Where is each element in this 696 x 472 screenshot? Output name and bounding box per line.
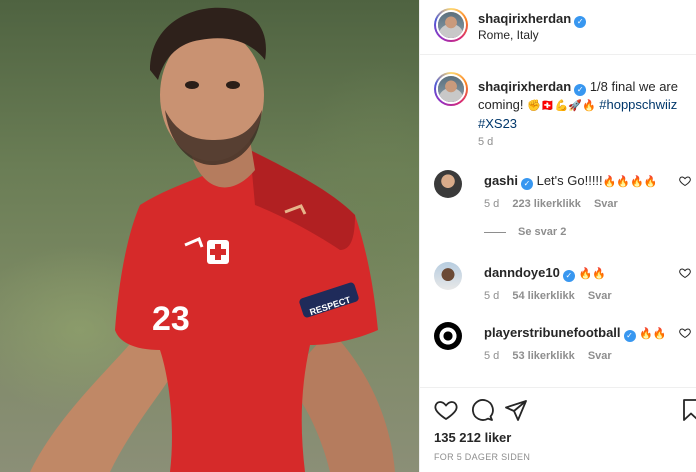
caption-avatar[interactable] bbox=[434, 72, 468, 106]
verified-badge-icon: ✓ bbox=[574, 16, 587, 28]
comment-text: danndoye10 ✓ 🔥🔥 bbox=[484, 265, 606, 282]
comment-likes[interactable]: 53 likerklikk bbox=[512, 350, 574, 362]
view-replies-button[interactable]: Se svar 2 bbox=[484, 226, 566, 238]
replies-divider bbox=[484, 231, 506, 233]
caption-emojis: ✊🇨🇭💪🚀🔥 bbox=[527, 100, 596, 112]
jersey-number: 23 bbox=[152, 300, 190, 338]
reply-button[interactable]: Svar bbox=[588, 290, 612, 302]
comment-likes[interactable]: 223 likerklikk bbox=[512, 198, 581, 210]
commenter-username[interactable]: gashi bbox=[484, 173, 518, 188]
post-header: shaqirixherdan ✓ Rome, Italy bbox=[420, 0, 696, 55]
instagram-post: RESPECT 23 shaqirixherdan ✓ Rome, Italy s… bbox=[0, 0, 696, 472]
caption-time: 5 d bbox=[478, 136, 494, 148]
commenter-avatar[interactable] bbox=[434, 262, 462, 290]
hashtag-link[interactable]: #hoppschwiiz bbox=[599, 97, 677, 112]
comment-body: Let's Go!!!!! bbox=[536, 173, 603, 188]
commenter-username[interactable]: danndoye10 bbox=[484, 265, 560, 280]
comment-text: playerstribunefootball ✓ 🔥🔥 bbox=[484, 325, 667, 342]
comment-text: gashi ✓ Let's Go!!!!!🔥🔥🔥🔥 bbox=[484, 173, 657, 190]
caption-username[interactable]: shaqirixherdan bbox=[478, 79, 571, 94]
comment-emojis: 🔥🔥 bbox=[639, 328, 667, 340]
post-actions-bar: 135 212 liker FOR 5 DAGER SIDEN bbox=[420, 387, 696, 472]
comment-like-heart-icon[interactable] bbox=[679, 175, 691, 187]
likes-count[interactable]: 135 212 liker bbox=[434, 430, 511, 445]
author-username[interactable]: shaqirixherdan bbox=[478, 11, 571, 26]
comment-icon[interactable] bbox=[470, 398, 494, 422]
comment-meta: 5 d 54 likerklikk Svar bbox=[484, 290, 622, 302]
player-illustration: RESPECT 23 bbox=[30, 7, 395, 472]
heart-icon[interactable] bbox=[434, 398, 458, 422]
hashtag-link[interactable]: #XS23 bbox=[478, 116, 517, 131]
post-photo[interactable]: RESPECT 23 bbox=[0, 0, 419, 472]
view-replies-label: Se svar 2 bbox=[518, 226, 567, 238]
comment-emojis: 🔥🔥🔥🔥 bbox=[602, 176, 658, 188]
verified-badge-icon: ✓ bbox=[623, 330, 636, 342]
commenter-avatar[interactable] bbox=[434, 322, 462, 350]
reply-button[interactable]: Svar bbox=[594, 198, 618, 210]
share-icon[interactable] bbox=[504, 398, 528, 422]
caption-text: shaqirixherdan ✓ 1/8 final we are coming!… bbox=[478, 78, 688, 133]
comment-likes[interactable]: 54 likerklikk bbox=[512, 290, 574, 302]
comment-like-heart-icon[interactable] bbox=[679, 267, 691, 279]
comment-meta: 5 d 223 likerklikk Svar bbox=[484, 198, 628, 210]
comment-time: 5 d bbox=[484, 198, 500, 210]
verified-badge-icon: ✓ bbox=[520, 178, 533, 190]
bookmark-icon[interactable] bbox=[679, 398, 696, 422]
author-avatar[interactable] bbox=[434, 8, 468, 42]
comment-time: 5 d bbox=[484, 290, 500, 302]
comment-like-heart-icon[interactable] bbox=[679, 327, 691, 339]
author-name-row: shaqirixherdan ✓ bbox=[478, 10, 587, 28]
reply-button[interactable]: Svar bbox=[588, 350, 612, 362]
comment-emojis: 🔥🔥 bbox=[578, 268, 606, 280]
verified-badge-icon: ✓ bbox=[562, 270, 575, 282]
post-timestamp: FOR 5 DAGER SIDEN bbox=[434, 452, 531, 462]
comment-time: 5 d bbox=[484, 350, 500, 362]
commenter-avatar[interactable] bbox=[434, 170, 462, 198]
comment-item: playerstribunefootball ✓ 🔥🔥 5 d 53 likerk… bbox=[434, 322, 696, 372]
comment-item: danndoye10 ✓ 🔥🔥 5 d 54 likerklikk Svar bbox=[434, 262, 696, 312]
post-side-panel: shaqirixherdan ✓ Rome, Italy shaqirixherd… bbox=[419, 0, 696, 472]
post-location[interactable]: Rome, Italy bbox=[478, 28, 539, 42]
comment-item: gashi ✓ Let's Go!!!!!🔥🔥🔥🔥 5 d 223 likerkl… bbox=[434, 170, 696, 220]
verified-badge-icon: ✓ bbox=[574, 84, 587, 96]
comment-meta: 5 d 53 likerklikk Svar bbox=[484, 350, 622, 362]
commenter-username[interactable]: playerstribunefootball bbox=[484, 325, 621, 340]
